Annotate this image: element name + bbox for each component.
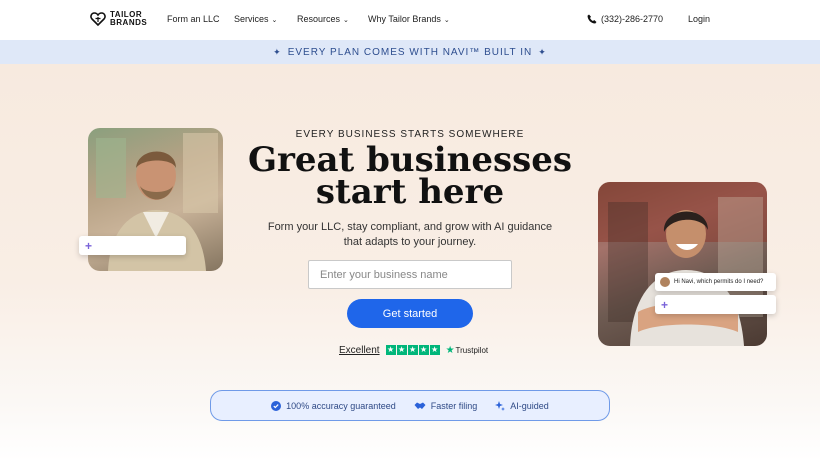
chat-text: Hi Navi, which permits do I need?: [674, 279, 764, 285]
phone-icon: [587, 14, 597, 24]
star-icon: ★: [429, 345, 440, 355]
navi-chat-bubble: Hi Navi, which permits do I need?: [655, 273, 776, 291]
hero-eyebrow: EVERY BUSINESS STARTS SOMEWHERE: [295, 129, 525, 140]
plus-icon: +: [661, 298, 669, 312]
announcement-banner[interactable]: ✦ EVERY PLAN COMES WITH NAVI™ BUILT IN ✦: [0, 40, 820, 64]
get-started-button[interactable]: Get started: [347, 299, 473, 328]
star-icon: ★: [385, 345, 396, 355]
rating-stars: ★ ★ ★ ★ ★: [385, 345, 440, 355]
avatar: [660, 277, 670, 287]
nav-item-resources[interactable]: Resources ⌄: [297, 14, 349, 24]
nav-item-why-tailor-brands[interactable]: Why Tailor Brands ⌄: [368, 14, 450, 24]
feature-faster-filing: Faster filing: [414, 401, 477, 411]
logo-text: TAILOR BRANDS: [110, 10, 148, 27]
rating-label: Excellent: [339, 344, 380, 356]
login-link[interactable]: Login: [688, 14, 710, 24]
top-nav: TAILOR BRANDS Form an LLC Services ⌄ Resou…: [0, 0, 820, 40]
star-icon: ★: [418, 345, 429, 355]
hero-subcopy: Form your LLC, stay compliant, and grow …: [267, 221, 553, 248]
tailor-brands-logo[interactable]: TAILOR BRANDS: [90, 11, 147, 27]
banner-text: EVERY PLAN COMES WITH NAVI™ BUILT IN: [287, 46, 533, 58]
feature-strip: 100% accuracy guaranteed Faster filing A…: [210, 390, 610, 421]
sparkle-icon: [495, 400, 506, 411]
star-icon: ★: [407, 345, 418, 355]
chevron-down-icon: ⌄: [343, 17, 349, 24]
trustpilot-rating[interactable]: Excellent ★ ★ ★ ★ ★ ★ Trustpilot: [339, 344, 488, 356]
feature-accuracy: 100% accuracy guaranteed: [271, 400, 396, 411]
business-name-input[interactable]: [308, 260, 512, 289]
logo-heart-icon: [90, 12, 106, 27]
trustpilot-logo: ★ Trustpilot: [445, 344, 489, 356]
feature-ai-guided: AI-guided: [495, 400, 549, 411]
chevron-down-icon: ⌄: [443, 17, 450, 24]
nav-item-services[interactable]: Services ⌄: [234, 14, 277, 24]
navi-prompt-card-right: +: [655, 295, 776, 314]
handshake-icon: [414, 402, 426, 409]
star-icon: ★: [396, 345, 407, 355]
nav-item-form-llc[interactable]: Form an LLC: [167, 14, 220, 24]
sparkle-icon: ✦: [273, 46, 282, 57]
check-badge-icon: [271, 400, 282, 411]
hero-headline: Great businesses start here: [247, 140, 573, 212]
chevron-down-icon: ⌄: [271, 17, 278, 24]
trustpilot-star-icon: ★: [445, 344, 455, 356]
phone-link[interactable]: (332)-286-2770: [587, 14, 663, 24]
sparkle-icon: ✦: [538, 46, 547, 57]
